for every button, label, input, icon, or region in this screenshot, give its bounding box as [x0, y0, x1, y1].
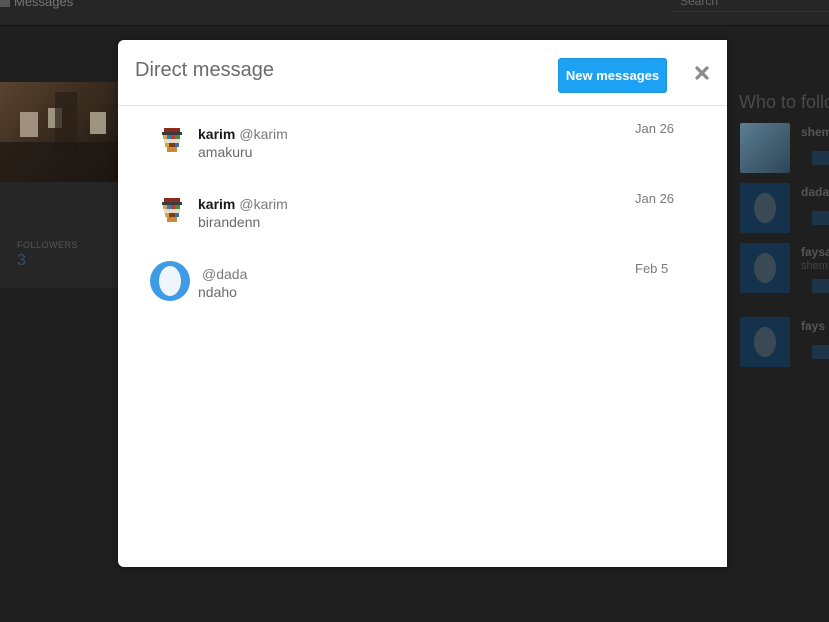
close-button[interactable] [691, 62, 713, 84]
egg-icon [754, 327, 776, 357]
top-navigation-bar: Messages Search [0, 0, 829, 26]
mosaic-avatar-icon [162, 128, 182, 152]
avatar [740, 183, 790, 233]
message-thread[interactable]: @dada ndaho Feb 5 [118, 246, 727, 312]
modal-title: Direct message [135, 59, 274, 81]
message-thread[interactable]: karim @karim amakuru Jan 26 [118, 106, 727, 172]
message-preview: ndaho [198, 284, 237, 300]
suggestion-name: dada [801, 185, 829, 199]
follow-button[interactable] [812, 211, 829, 225]
profile-stats: FOLLOWERS 3 [0, 182, 118, 288]
suggestion-name: faysal [801, 245, 829, 259]
sender-handle: @dada [202, 266, 248, 282]
message-header: karim @karim [198, 196, 288, 212]
follow-button[interactable] [812, 279, 829, 293]
message-date: Feb 5 [635, 261, 669, 276]
sender-handle: @karim [239, 126, 288, 142]
egg-avatar-icon [150, 261, 190, 301]
egg-icon [754, 193, 776, 223]
sender-name: karim [198, 126, 236, 142]
avatar [740, 317, 790, 367]
egg-icon [159, 266, 181, 296]
suggestion-name: fays [801, 319, 826, 333]
sender-handle: @karim [239, 196, 288, 212]
egg-icon [754, 253, 776, 283]
message-date: Jan 26 [635, 121, 675, 136]
nav-messages[interactable]: Messages [0, 0, 73, 9]
avatar [740, 243, 790, 293]
close-icon [695, 66, 709, 80]
message-header: karim @karim [198, 126, 288, 142]
avatar [740, 123, 790, 173]
sender-name: karim [198, 196, 236, 212]
suggestion-item[interactable]: fays [740, 317, 829, 369]
new-messages-button[interactable]: New messages [558, 58, 667, 93]
suggestion-subtext: shem [801, 260, 828, 272]
followers-label: FOLLOWERS [17, 240, 79, 250]
suggestion-name: shem [801, 125, 829, 139]
mosaic-avatar-icon [162, 198, 182, 222]
who-to-follow-title: Who to follow [739, 92, 829, 112]
followers-count[interactable]: 3 [17, 252, 26, 270]
message-preview: amakuru [198, 144, 253, 160]
suggestion-item[interactable]: dada [740, 183, 829, 235]
direct-message-modal: Direct message New messages karim @karim… [118, 40, 727, 567]
modal-header: Direct message New messages [118, 40, 727, 106]
envelope-icon [0, 0, 10, 7]
message-preview: birandenn [198, 214, 261, 230]
message-header: @dada [198, 266, 247, 282]
follow-button[interactable] [812, 345, 829, 359]
nav-messages-label: Messages [14, 0, 74, 9]
suggestion-item[interactable]: shem [740, 123, 829, 175]
suggestion-item[interactable]: faysal shem [740, 243, 829, 295]
follow-button[interactable] [812, 151, 829, 165]
search-input[interactable]: Search [670, 0, 829, 12]
message-thread[interactable]: karim @karim birandenn Jan 26 [118, 176, 727, 242]
message-date: Jan 26 [635, 191, 675, 206]
profile-header-image [0, 82, 118, 182]
